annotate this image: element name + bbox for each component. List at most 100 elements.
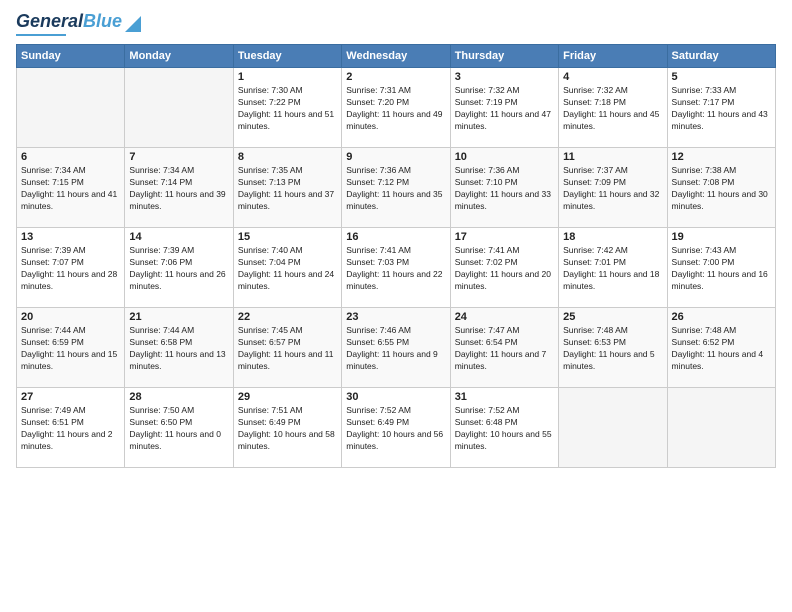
- logo-underline: [16, 34, 66, 36]
- day-info: Sunrise: 7:50 AM Sunset: 6:50 PM Dayligh…: [129, 405, 228, 453]
- calendar-cell: 8Sunrise: 7:35 AM Sunset: 7:13 PM Daylig…: [233, 148, 341, 228]
- col-header-sunday: Sunday: [17, 45, 125, 68]
- day-number: 4: [563, 71, 662, 83]
- logo: GeneralBlue: [16, 12, 141, 36]
- day-info: Sunrise: 7:36 AM Sunset: 7:10 PM Dayligh…: [455, 165, 554, 213]
- day-info: Sunrise: 7:39 AM Sunset: 7:07 PM Dayligh…: [21, 245, 120, 293]
- calendar-cell: 14Sunrise: 7:39 AM Sunset: 7:06 PM Dayli…: [125, 228, 233, 308]
- day-number: 28: [129, 391, 228, 403]
- day-info: Sunrise: 7:48 AM Sunset: 6:53 PM Dayligh…: [563, 325, 662, 373]
- calendar-cell: 27 Sunrise: 7:49 AM Sunset: 6:51 PM Dayli…: [17, 388, 125, 468]
- calendar-cell: [125, 68, 233, 148]
- header-row: SundayMondayTuesdayWednesdayThursdayFrid…: [17, 45, 776, 68]
- day-info: Sunrise: 7:32 AM Sunset: 7:19 PM Dayligh…: [455, 85, 554, 133]
- calendar-cell: 12 Sunrise: 7:38 AM Sunset: 7:08 PM Dayli…: [667, 148, 775, 228]
- col-header-thursday: Thursday: [450, 45, 558, 68]
- calendar-cell: 16 Sunrise: 7:41 AM Sunset: 7:03 PM Dayli…: [342, 228, 450, 308]
- day-info: Sunrise: 7:41 AM Sunset: 7:02 PM Dayligh…: [455, 245, 554, 293]
- week-row-2: 6 Sunrise: 7:34 AM Sunset: 7:15 PM Daylig…: [17, 148, 776, 228]
- calendar-cell: 28 Sunrise: 7:50 AM Sunset: 6:50 PM Dayli…: [125, 388, 233, 468]
- day-info: Sunrise: 7:52 AM Sunset: 6:49 PM Dayligh…: [346, 405, 445, 453]
- calendar-cell: 23 Sunrise: 7:46 AM Sunset: 6:55 PM Dayli…: [342, 308, 450, 388]
- calendar-cell: 13 Sunrise: 7:39 AM Sunset: 7:07 PM Dayli…: [17, 228, 125, 308]
- calendar-cell: 20 Sunrise: 7:44 AM Sunset: 6:59 PM Dayli…: [17, 308, 125, 388]
- calendar-cell: 1 Sunrise: 7:30 AM Sunset: 7:22 PM Daylig…: [233, 68, 341, 148]
- day-info: Sunrise: 7:44 AM Sunset: 6:59 PM Dayligh…: [21, 325, 120, 373]
- calendar-cell: 21 Sunrise: 7:44 AM Sunset: 6:58 PM Dayli…: [125, 308, 233, 388]
- calendar-cell: 7 Sunrise: 7:34 AM Sunset: 7:14 PM Daylig…: [125, 148, 233, 228]
- day-number: 23: [346, 311, 445, 323]
- day-number: 6: [21, 151, 120, 163]
- calendar-cell: [559, 388, 667, 468]
- calendar-cell: 31 Sunrise: 7:52 AM Sunset: 6:48 PM Dayli…: [450, 388, 558, 468]
- day-number: 22: [238, 311, 337, 323]
- calendar-cell: 19Sunrise: 7:43 AM Sunset: 7:00 PM Dayli…: [667, 228, 775, 308]
- calendar-cell: 6 Sunrise: 7:34 AM Sunset: 7:15 PM Daylig…: [17, 148, 125, 228]
- day-number: 15: [238, 231, 337, 243]
- day-info: Sunrise: 7:30 AM Sunset: 7:22 PM Dayligh…: [238, 85, 337, 133]
- calendar-cell: 24 Sunrise: 7:47 AM Sunset: 6:54 PM Dayli…: [450, 308, 558, 388]
- day-number: 26: [672, 311, 771, 323]
- calendar-cell: 22 Sunrise: 7:45 AM Sunset: 6:57 PM Dayli…: [233, 308, 341, 388]
- day-info: Sunrise: 7:43 AM Sunset: 7:00 PM Dayligh…: [672, 245, 771, 293]
- calendar-cell: 3Sunrise: 7:32 AM Sunset: 7:19 PM Daylig…: [450, 68, 558, 148]
- calendar-cell: [667, 388, 775, 468]
- week-row-3: 13 Sunrise: 7:39 AM Sunset: 7:07 PM Dayli…: [17, 228, 776, 308]
- calendar-cell: 17 Sunrise: 7:41 AM Sunset: 7:02 PM Dayli…: [450, 228, 558, 308]
- logo-icon: [125, 12, 141, 32]
- calendar-cell: 18Sunrise: 7:42 AM Sunset: 7:01 PM Dayli…: [559, 228, 667, 308]
- day-info: Sunrise: 7:34 AM Sunset: 7:14 PM Dayligh…: [129, 165, 228, 213]
- calendar-cell: 5 Sunrise: 7:33 AM Sunset: 7:17 PM Daylig…: [667, 68, 775, 148]
- day-number: 17: [455, 231, 554, 243]
- day-info: Sunrise: 7:42 AM Sunset: 7:01 PM Dayligh…: [563, 245, 662, 293]
- header: GeneralBlue: [16, 12, 776, 36]
- day-info: Sunrise: 7:36 AM Sunset: 7:12 PM Dayligh…: [346, 165, 445, 213]
- week-row-5: 27 Sunrise: 7:49 AM Sunset: 6:51 PM Dayli…: [17, 388, 776, 468]
- calendar-cell: 25 Sunrise: 7:48 AM Sunset: 6:53 PM Dayli…: [559, 308, 667, 388]
- calendar-cell: 29 Sunrise: 7:51 AM Sunset: 6:49 PM Dayli…: [233, 388, 341, 468]
- day-info: Sunrise: 7:45 AM Sunset: 6:57 PM Dayligh…: [238, 325, 337, 373]
- day-number: 10: [455, 151, 554, 163]
- day-number: 31: [455, 391, 554, 403]
- day-info: Sunrise: 7:47 AM Sunset: 6:54 PM Dayligh…: [455, 325, 554, 373]
- day-number: 21: [129, 311, 228, 323]
- calendar-cell: 11 Sunrise: 7:37 AM Sunset: 7:09 PM Dayli…: [559, 148, 667, 228]
- day-number: 25: [563, 311, 662, 323]
- day-info: Sunrise: 7:31 AM Sunset: 7:20 PM Dayligh…: [346, 85, 445, 133]
- day-info: Sunrise: 7:49 AM Sunset: 6:51 PM Dayligh…: [21, 405, 120, 453]
- day-number: 1: [238, 71, 337, 83]
- day-info: Sunrise: 7:41 AM Sunset: 7:03 PM Dayligh…: [346, 245, 445, 293]
- week-row-4: 20 Sunrise: 7:44 AM Sunset: 6:59 PM Dayli…: [17, 308, 776, 388]
- week-row-1: 1 Sunrise: 7:30 AM Sunset: 7:22 PM Daylig…: [17, 68, 776, 148]
- day-info: Sunrise: 7:33 AM Sunset: 7:17 PM Dayligh…: [672, 85, 771, 133]
- day-number: 9: [346, 151, 445, 163]
- day-number: 13: [21, 231, 120, 243]
- day-number: 24: [455, 311, 554, 323]
- calendar-cell: 10 Sunrise: 7:36 AM Sunset: 7:10 PM Dayli…: [450, 148, 558, 228]
- day-number: 20: [21, 311, 120, 323]
- day-number: 27: [21, 391, 120, 403]
- day-info: Sunrise: 7:37 AM Sunset: 7:09 PM Dayligh…: [563, 165, 662, 213]
- day-info: Sunrise: 7:46 AM Sunset: 6:55 PM Dayligh…: [346, 325, 445, 373]
- day-number: 12: [672, 151, 771, 163]
- day-number: 2: [346, 71, 445, 83]
- day-number: 30: [346, 391, 445, 403]
- calendar-table: SundayMondayTuesdayWednesdayThursdayFrid…: [16, 44, 776, 468]
- day-info: Sunrise: 7:40 AM Sunset: 7:04 PM Dayligh…: [238, 245, 337, 293]
- col-header-tuesday: Tuesday: [233, 45, 341, 68]
- day-number: 16: [346, 231, 445, 243]
- col-header-friday: Friday: [559, 45, 667, 68]
- calendar-cell: 2 Sunrise: 7:31 AM Sunset: 7:20 PM Daylig…: [342, 68, 450, 148]
- day-number: 29: [238, 391, 337, 403]
- day-number: 7: [129, 151, 228, 163]
- day-info: Sunrise: 7:38 AM Sunset: 7:08 PM Dayligh…: [672, 165, 771, 213]
- day-info: Sunrise: 7:51 AM Sunset: 6:49 PM Dayligh…: [238, 405, 337, 453]
- day-info: Sunrise: 7:35 AM Sunset: 7:13 PM Dayligh…: [238, 165, 337, 213]
- day-info: Sunrise: 7:44 AM Sunset: 6:58 PM Dayligh…: [129, 325, 228, 373]
- logo-text: GeneralBlue: [16, 12, 122, 32]
- day-number: 5: [672, 71, 771, 83]
- day-number: 11: [563, 151, 662, 163]
- day-info: Sunrise: 7:32 AM Sunset: 7:18 PM Dayligh…: [563, 85, 662, 133]
- day-info: Sunrise: 7:52 AM Sunset: 6:48 PM Dayligh…: [455, 405, 554, 453]
- day-info: Sunrise: 7:34 AM Sunset: 7:15 PM Dayligh…: [21, 165, 120, 213]
